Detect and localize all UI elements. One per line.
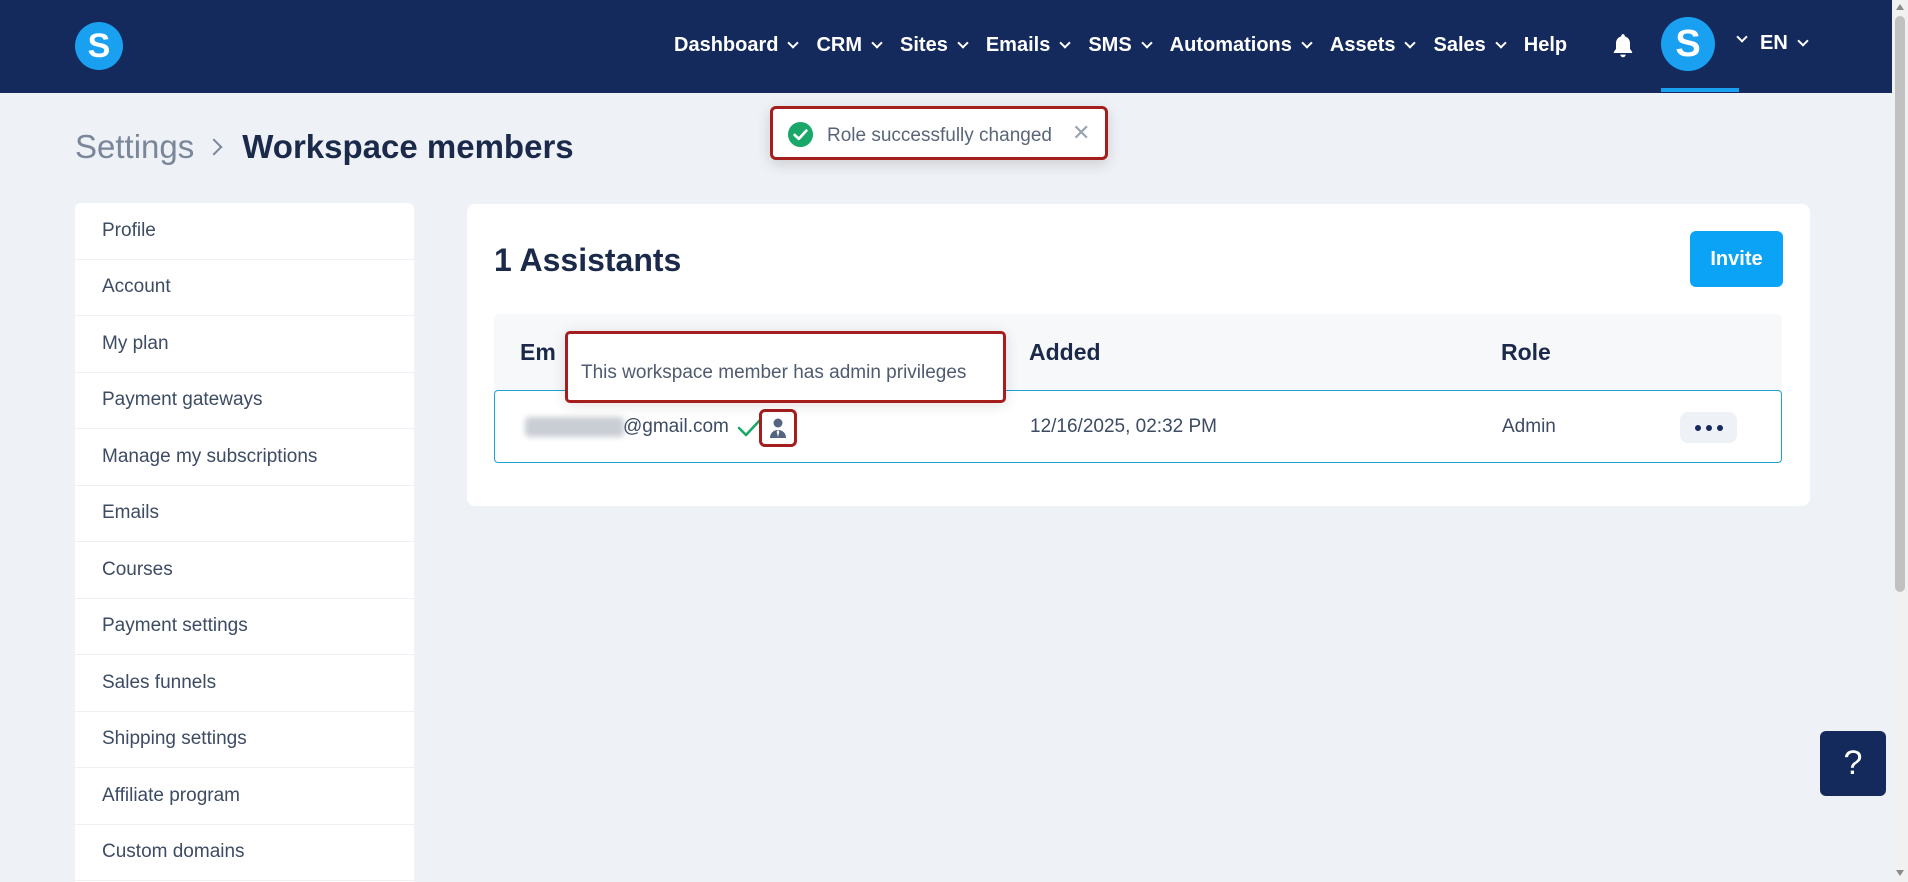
nav-automations-label: Automations [1169,33,1292,56]
sidebar-item-payment-gateways[interactable]: Payment gateways [75,373,414,429]
sidebar-item-payment-settings[interactable]: Payment settings [75,599,414,655]
nav-sites-label: Sites [900,33,948,56]
email-redacted [525,417,624,437]
nav-assets-label: Assets [1329,33,1396,56]
nav-emails-label: Emails [985,33,1051,56]
nav-assets[interactable]: Assets [1329,33,1417,57]
sidebar-item-sales-funnels[interactable]: Sales funnels [75,655,414,712]
top-navigation: S Dashboard CRM Sites Emails SMS Automat… [0,0,1892,93]
dot [1694,424,1701,431]
nav-crm-label: CRM [816,33,863,56]
language-label: EN [1760,32,1788,54]
admin-user-icon[interactable] [759,409,797,447]
user-icon [770,418,786,438]
nav-emails[interactable]: Emails [985,33,1071,57]
column-header-role[interactable]: Role [1501,339,1551,366]
nav-sites[interactable]: Sites [900,33,969,57]
page-title: Workspace members [242,128,574,165]
email-cell: @gmail.com [623,416,729,437]
sidebar-item-profile[interactable]: Profile [75,203,414,260]
success-toast: Role successfully changed ✕ [770,106,1108,160]
scroll-down-arrow-icon[interactable] [1896,870,1904,876]
scroll-up-arrow-icon[interactable] [1896,4,1904,10]
nav-help[interactable]: Help [1524,34,1567,57]
dot [1716,424,1723,431]
sidebar-item-manage-subscriptions[interactable]: Manage my subscriptions [75,429,414,486]
main-nav: Dashboard CRM Sites Emails SMS Automatio… [674,30,1586,60]
nav-sales-label: Sales [1433,33,1486,56]
scrollbar-thumb[interactable] [1895,16,1905,592]
tooltip-text: This workspace member has admin privileg… [581,362,967,383]
chevron-down-icon [1404,36,1417,49]
column-header-added[interactable]: Added [1029,339,1101,366]
help-button[interactable]: ? [1820,731,1886,796]
settings-sidebar: Profile Account My plan Payment gateways… [75,203,414,882]
scrollbar[interactable] [1892,0,1908,882]
members-count-title: 1 Assistants [494,242,682,278]
nav-sms[interactable]: SMS [1088,33,1153,57]
more-horizontal-icon[interactable] [1680,412,1737,443]
role-cell: Admin [1502,416,1556,437]
logo[interactable]: S [75,22,123,70]
chevron-down-icon[interactable] [1736,31,1748,43]
nav-help-label: Help [1523,33,1568,56]
sidebar-item-my-plan[interactable]: My plan [75,316,414,373]
dot [1705,424,1712,431]
nav-sales[interactable]: Sales [1433,33,1507,57]
chevron-down-icon [1495,36,1507,49]
breadcrumb-settings[interactable]: Settings [75,128,194,166]
nav-crm[interactable]: CRM [816,33,883,57]
sidebar-item-account[interactable]: Account [75,260,414,316]
nav-automations[interactable]: Automations [1169,33,1313,57]
active-indicator [1661,88,1739,92]
chevron-down-icon [1140,36,1153,49]
language-selector[interactable]: EN [1760,32,1809,55]
avatar[interactable]: S [1661,17,1715,71]
nav-sms-label: SMS [1088,33,1132,56]
nav-dashboard[interactable]: Dashboard [674,33,800,57]
admin-privileges-tooltip: This workspace member has admin privileg… [565,331,1006,403]
column-header-email[interactable]: Em [520,339,556,366]
chevron-down-icon [871,36,883,49]
chevron-down-icon [1301,36,1313,49]
toast-message: Role successfully changed [827,125,1052,146]
chevron-right-icon [205,138,223,156]
success-check-icon [787,121,814,148]
chevron-down-icon [1059,36,1071,49]
breadcrumb: Settings Workspace members [75,128,574,166]
sidebar-item-courses[interactable]: Courses [75,542,414,599]
added-date-cell: 12/16/2025, 02:32 PM [1030,416,1217,437]
sidebar-item-affiliate-program[interactable]: Affiliate program [75,768,414,825]
chevron-down-icon [957,36,969,49]
invite-button[interactable]: Invite [1690,231,1783,287]
chevron-down-icon [1797,35,1809,47]
chevron-down-icon [787,36,800,49]
sidebar-item-custom-domains[interactable]: Custom domains [75,825,414,881]
sidebar-item-emails[interactable]: Emails [75,486,414,542]
bell-icon[interactable] [1610,32,1636,60]
nav-dashboard-label: Dashboard [674,33,779,56]
close-icon[interactable]: ✕ [1072,122,1090,144]
sidebar-item-shipping-settings[interactable]: Shipping settings [75,712,414,768]
